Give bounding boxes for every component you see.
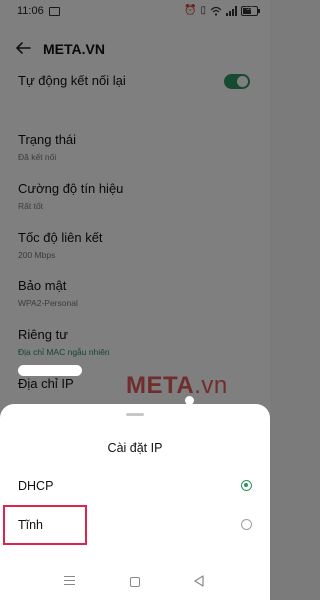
ip-settings-sheet: Cài đặt IP DHCP Tĩnh [0, 404, 270, 600]
sheet-title: Cài đặt IP [107, 441, 163, 455]
menu-icon[interactable] [64, 576, 75, 585]
option-dhcp-label: DHCP [18, 479, 54, 493]
sheet-handle[interactable] [126, 413, 144, 416]
dhcp-radio[interactable] [241, 480, 252, 491]
ip-value-redaction [18, 365, 82, 376]
home-icon[interactable] [130, 577, 140, 587]
static-radio[interactable] [241, 519, 252, 530]
option-dhcp[interactable]: DHCP [0, 471, 270, 501]
settings-screen: 11:06 ⏰ ▯ 53 META.VN [0, 0, 270, 600]
navigation-bar [0, 572, 270, 592]
highlight-box [3, 505, 87, 545]
back-triangle-icon[interactable] [194, 575, 204, 587]
